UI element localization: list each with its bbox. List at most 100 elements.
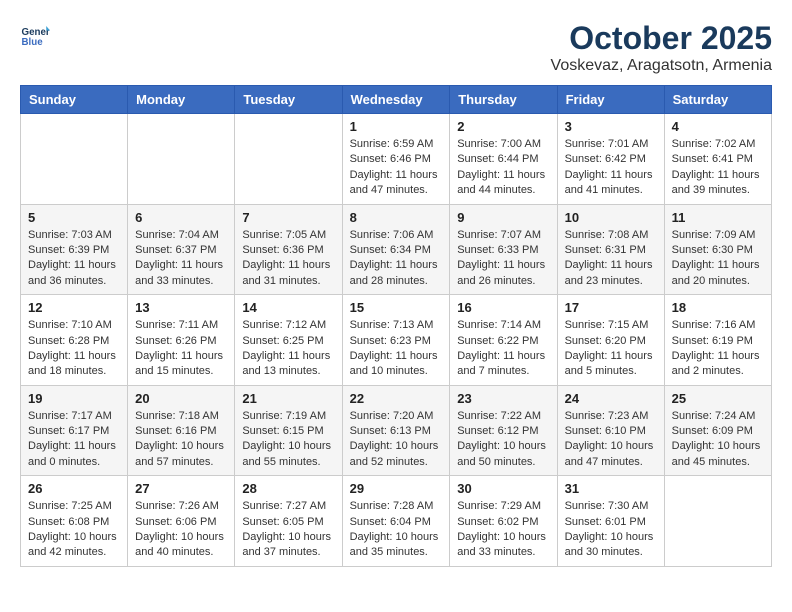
calendar-cell: 29 Sunrise: 7:28 AM Sunset: 6:04 PM Dayli… (342, 476, 450, 567)
day-info: Sunrise: 7:26 AM Sunset: 6:06 PM Dayligh… (135, 499, 227, 561)
calendar-cell: 16Sunrise: 7:14 AM Sunset: 6:22 PM Dayli… (450, 295, 557, 386)
weekday-header-wednesday: Wednesday (342, 86, 450, 114)
day-info: Sunrise: 7:30 AM Sunset: 6:01 PM Dayligh… (565, 499, 657, 561)
day-info: Sunrise: 7:23 AM Sunset: 6:10 PM Dayligh… (565, 409, 657, 471)
logo-icon: General Blue (20, 20, 50, 50)
weekday-header-sunday: Sunday (21, 86, 128, 114)
day-number: 21 (242, 391, 334, 406)
calendar-cell: 7 Sunrise: 7:05 AM Sunset: 6:36 PM Daylig… (235, 204, 342, 295)
weekday-header-monday: Monday (128, 86, 235, 114)
svg-text:Blue: Blue (22, 37, 44, 48)
day-number: 22 (350, 391, 443, 406)
calendar-cell: 23 Sunrise: 7:22 AM Sunset: 6:12 PM Dayli… (450, 385, 557, 476)
weekday-header-friday: Friday (557, 86, 664, 114)
day-number: 9 (457, 210, 549, 225)
weekday-header-row: SundayMondayTuesdayWednesdayThursdayFrid… (21, 86, 772, 114)
day-number: 5 (28, 210, 120, 225)
day-number: 18 (672, 300, 764, 315)
calendar-cell (21, 114, 128, 205)
day-info: Sunrise: 7:13 AM Sunset: 6:23 PM Dayligh… (350, 318, 443, 380)
calendar-cell: 8 Sunrise: 7:06 AM Sunset: 6:34 PM Daylig… (342, 204, 450, 295)
day-number: 27 (135, 481, 227, 496)
day-info: Sunrise: 7:09 AM Sunset: 6:30 PM Dayligh… (672, 228, 764, 290)
day-number: 20 (135, 391, 227, 406)
calendar-cell: 3Sunrise: 7:01 AM Sunset: 6:42 PM Daylig… (557, 114, 664, 205)
calendar-cell: 24Sunrise: 7:23 AM Sunset: 6:10 PM Dayli… (557, 385, 664, 476)
day-info: Sunrise: 7:05 AM Sunset: 6:36 PM Dayligh… (242, 228, 334, 290)
day-number: 16 (457, 300, 549, 315)
day-info: Sunrise: 7:10 AM Sunset: 6:28 PM Dayligh… (28, 318, 120, 380)
calendar-week-5: 26Sunrise: 7:25 AM Sunset: 6:08 PM Dayli… (21, 476, 772, 567)
calendar-cell (664, 476, 771, 567)
calendar-cell: 9Sunrise: 7:07 AM Sunset: 6:33 PM Daylig… (450, 204, 557, 295)
calendar-week-2: 5 Sunrise: 7:03 AM Sunset: 6:39 PM Daylig… (21, 204, 772, 295)
calendar-cell: 19 Sunrise: 7:17 AM Sunset: 6:17 PM Dayli… (21, 385, 128, 476)
calendar-cell: 17Sunrise: 7:15 AM Sunset: 6:20 PM Dayli… (557, 295, 664, 386)
calendar-cell: 25 Sunrise: 7:24 AM Sunset: 6:09 PM Dayli… (664, 385, 771, 476)
day-number: 2 (457, 119, 549, 134)
calendar: SundayMondayTuesdayWednesdayThursdayFrid… (20, 85, 772, 567)
day-number: 14 (242, 300, 334, 315)
calendar-cell: 5 Sunrise: 7:03 AM Sunset: 6:39 PM Daylig… (21, 204, 128, 295)
day-number: 30 (457, 481, 549, 496)
weekday-header-thursday: Thursday (450, 86, 557, 114)
day-number: 7 (242, 210, 334, 225)
calendar-cell: 4Sunrise: 7:02 AM Sunset: 6:41 PM Daylig… (664, 114, 771, 205)
calendar-cell: 13Sunrise: 7:11 AM Sunset: 6:26 PM Dayli… (128, 295, 235, 386)
day-info: Sunrise: 7:17 AM Sunset: 6:17 PM Dayligh… (28, 409, 120, 471)
day-number: 31 (565, 481, 657, 496)
day-info: Sunrise: 7:18 AM Sunset: 6:16 PM Dayligh… (135, 409, 227, 471)
day-info: Sunrise: 7:06 AM Sunset: 6:34 PM Dayligh… (350, 228, 443, 290)
day-number: 12 (28, 300, 120, 315)
day-info: Sunrise: 7:29 AM Sunset: 6:02 PM Dayligh… (457, 499, 549, 561)
day-number: 6 (135, 210, 227, 225)
day-info: Sunrise: 7:22 AM Sunset: 6:12 PM Dayligh… (457, 409, 549, 471)
calendar-cell: 14 Sunrise: 7:12 AM Sunset: 6:25 PM Dayli… (235, 295, 342, 386)
day-info: Sunrise: 7:15 AM Sunset: 6:20 PM Dayligh… (565, 318, 657, 380)
day-info: Sunrise: 7:25 AM Sunset: 6:08 PM Dayligh… (28, 499, 120, 561)
page-header: General Blue October 2025 Voskevaz, Arag… (20, 20, 772, 75)
day-number: 1 (350, 119, 443, 134)
logo: General Blue (20, 20, 50, 50)
calendar-cell: 18 Sunrise: 7:16 AM Sunset: 6:19 PM Dayli… (664, 295, 771, 386)
calendar-week-1: 1Sunrise: 6:59 AM Sunset: 6:46 PM Daylig… (21, 114, 772, 205)
day-number: 4 (672, 119, 764, 134)
day-number: 13 (135, 300, 227, 315)
day-info: Sunrise: 7:12 AM Sunset: 6:25 PM Dayligh… (242, 318, 334, 380)
month-title: October 2025 (551, 20, 772, 57)
calendar-cell: 1Sunrise: 6:59 AM Sunset: 6:46 PM Daylig… (342, 114, 450, 205)
day-number: 19 (28, 391, 120, 406)
calendar-week-3: 12 Sunrise: 7:10 AM Sunset: 6:28 PM Dayli… (21, 295, 772, 386)
day-info: Sunrise: 7:16 AM Sunset: 6:19 PM Dayligh… (672, 318, 764, 380)
day-number: 23 (457, 391, 549, 406)
weekday-header-tuesday: Tuesday (235, 86, 342, 114)
calendar-cell: 12 Sunrise: 7:10 AM Sunset: 6:28 PM Dayli… (21, 295, 128, 386)
calendar-cell: 11 Sunrise: 7:09 AM Sunset: 6:30 PM Dayli… (664, 204, 771, 295)
day-info: Sunrise: 7:04 AM Sunset: 6:37 PM Dayligh… (135, 228, 227, 290)
calendar-cell: 15Sunrise: 7:13 AM Sunset: 6:23 PM Dayli… (342, 295, 450, 386)
calendar-cell (235, 114, 342, 205)
calendar-cell: 28 Sunrise: 7:27 AM Sunset: 6:05 PM Dayli… (235, 476, 342, 567)
calendar-cell: 10Sunrise: 7:08 AM Sunset: 6:31 PM Dayli… (557, 204, 664, 295)
calendar-cell: 21Sunrise: 7:19 AM Sunset: 6:15 PM Dayli… (235, 385, 342, 476)
calendar-cell: 27 Sunrise: 7:26 AM Sunset: 6:06 PM Dayli… (128, 476, 235, 567)
calendar-cell: 31 Sunrise: 7:30 AM Sunset: 6:01 PM Dayli… (557, 476, 664, 567)
day-info: Sunrise: 7:24 AM Sunset: 6:09 PM Dayligh… (672, 409, 764, 471)
day-info: Sunrise: 7:03 AM Sunset: 6:39 PM Dayligh… (28, 228, 120, 290)
calendar-cell: 6 Sunrise: 7:04 AM Sunset: 6:37 PM Daylig… (128, 204, 235, 295)
calendar-cell: 20 Sunrise: 7:18 AM Sunset: 6:16 PM Dayli… (128, 385, 235, 476)
calendar-cell: 2 Sunrise: 7:00 AM Sunset: 6:44 PM Daylig… (450, 114, 557, 205)
location-title: Voskevaz, Aragatsotn, Armenia (551, 57, 772, 75)
day-number: 3 (565, 119, 657, 134)
day-info: Sunrise: 7:28 AM Sunset: 6:04 PM Dayligh… (350, 499, 443, 561)
day-number: 8 (350, 210, 443, 225)
calendar-cell: 26Sunrise: 7:25 AM Sunset: 6:08 PM Dayli… (21, 476, 128, 567)
day-number: 11 (672, 210, 764, 225)
calendar-cell (128, 114, 235, 205)
title-block: October 2025 Voskevaz, Aragatsotn, Armen… (551, 20, 772, 75)
day-number: 28 (242, 481, 334, 496)
day-info: Sunrise: 7:00 AM Sunset: 6:44 PM Dayligh… (457, 137, 549, 199)
day-info: Sunrise: 7:27 AM Sunset: 6:05 PM Dayligh… (242, 499, 334, 561)
day-number: 29 (350, 481, 443, 496)
day-number: 25 (672, 391, 764, 406)
